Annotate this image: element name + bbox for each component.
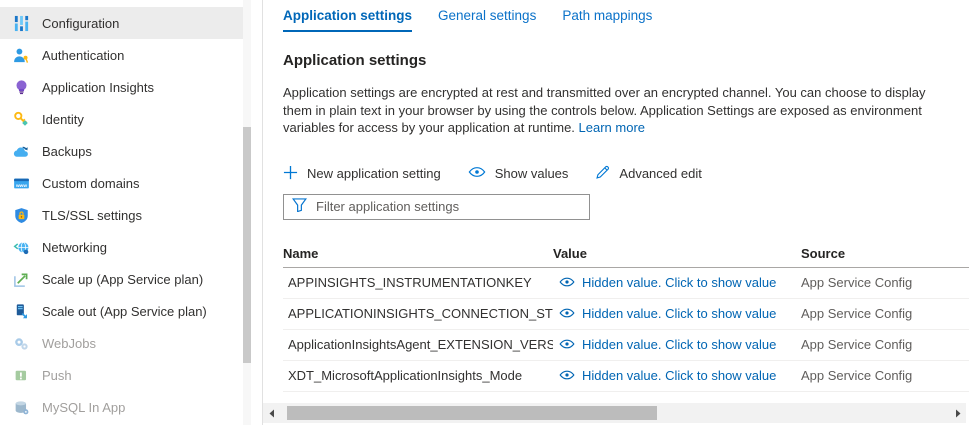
setting-source-cell: App Service Config [801, 368, 969, 383]
setting-source-cell: App Service Config [801, 275, 969, 290]
setting-name-cell: XDT_MicrosoftApplicationInsights_Mode [283, 368, 553, 383]
sidebar-nav: Configuration Authentication Application… [0, 0, 262, 425]
scale-up-icon [12, 270, 30, 288]
authentication-icon [12, 46, 30, 64]
setting-name-cell: ApplicationInsightsAgent_EXTENSION_VERSI… [283, 337, 553, 352]
main-content: Application settings General settings Pa… [263, 0, 969, 425]
show-values-button[interactable]: Show values [468, 166, 569, 181]
table-header-row: Name Value Source [283, 241, 969, 268]
toolbar: New application setting Show values Adva… [283, 165, 969, 183]
sidebar-item-label: Configuration [42, 16, 119, 31]
filter-box [283, 194, 590, 220]
hidden-value-link[interactable]: Hidden value. Click to show value [582, 337, 776, 352]
plus-icon [283, 165, 298, 183]
scroll-left-arrow[interactable] [263, 403, 279, 423]
sidebar-item-custom-domains[interactable]: www Custom domains [0, 167, 243, 199]
horizontal-scrollbar [263, 403, 966, 423]
identity-icon [12, 110, 30, 128]
sidebar-item-application-insights[interactable]: Application Insights [0, 71, 243, 103]
tab-path-mappings[interactable]: Path mappings [562, 8, 652, 32]
eye-icon [559, 337, 575, 352]
table-body: APPINSIGHTS_INSTRUMENTATIONKEY Hidden va… [283, 268, 969, 392]
description-text: Application settings are encrypted at re… [283, 84, 951, 137]
sidebar-item-configuration[interactable]: Configuration [0, 7, 243, 39]
setting-name-cell: APPLICATIONINSIGHTS_CONNECTION_STRING [283, 306, 553, 321]
sidebar-item-webjobs: WebJobs [0, 327, 243, 359]
horizontal-scrollbar-track[interactable] [279, 403, 950, 423]
setting-name-cell: APPINSIGHTS_INSTRUMENTATIONKEY [283, 275, 553, 290]
sidebar-item-mysql-in-app: MySQL In App [0, 391, 243, 423]
sidebar-item-label: Scale up (App Service plan) [42, 272, 203, 287]
hidden-value-link[interactable]: Hidden value. Click to show value [582, 275, 776, 290]
sidebar-item-label: WebJobs [42, 336, 96, 351]
filter-funnel-icon [292, 198, 307, 215]
column-header-value: Value [553, 246, 801, 261]
push-icon [12, 366, 30, 384]
eye-icon [559, 306, 575, 321]
sidebar-item-label: Scale out (App Service plan) [42, 304, 207, 319]
sidebar-scrollbar-track[interactable] [243, 0, 251, 425]
scroll-right-arrow[interactable] [950, 403, 966, 423]
setting-source-cell: App Service Config [801, 337, 969, 352]
table-row: APPLICATIONINSIGHTS_CONNECTION_STRING Hi… [283, 299, 969, 330]
filter-application-settings-input[interactable] [316, 199, 581, 214]
networking-icon [12, 238, 30, 256]
sidebar-item-scale-out-app-service-plan[interactable]: Scale out (App Service plan) [0, 295, 243, 327]
sidebar-item-label: TLS/SSL settings [42, 208, 142, 223]
sidebar-item-push: Push [0, 359, 243, 391]
tls-ssl-icon [12, 206, 30, 224]
hidden-value-link[interactable]: Hidden value. Click to show value [582, 368, 776, 383]
sidebar-item-label: Authentication [42, 48, 124, 63]
new-application-setting-label: New application setting [307, 166, 441, 181]
tab-bar: Application settings General settings Pa… [283, 8, 969, 32]
new-application-setting-button[interactable]: New application setting [283, 165, 441, 183]
table-row: ApplicationInsightsAgent_EXTENSION_VERSI… [283, 330, 969, 361]
webjobs-icon [12, 334, 30, 352]
sidebar-item-label: Networking [42, 240, 107, 255]
backups-icon [12, 142, 30, 160]
page-title: Application settings [283, 52, 969, 69]
sidebar-item-label: Push [42, 368, 72, 383]
table-row: APPINSIGHTS_INSTRUMENTATIONKEY Hidden va… [283, 268, 969, 299]
sidebar-item-tls-ssl-settings[interactable]: TLS/SSL settings [0, 199, 243, 231]
custom-domains-icon: www [12, 174, 30, 192]
tab-general-settings[interactable]: General settings [438, 8, 536, 32]
advanced-edit-label: Advanced edit [619, 166, 701, 181]
configuration-icon [12, 14, 30, 32]
sidebar-item-label: Backups [42, 144, 92, 159]
eye-icon [468, 166, 486, 181]
horizontal-scrollbar-thumb[interactable] [287, 406, 657, 420]
learn-more-link[interactable]: Learn more [579, 120, 645, 135]
sidebar-item-label: Application Insights [42, 80, 154, 95]
mysql-icon [12, 398, 30, 416]
app-root: Configuration Authentication Application… [0, 0, 969, 425]
column-header-name: Name [283, 246, 553, 261]
tab-application-settings[interactable]: Application settings [283, 8, 412, 32]
sidebar-item-scale-up-app-service-plan[interactable]: Scale up (App Service plan) [0, 263, 243, 295]
hidden-value-link[interactable]: Hidden value. Click to show value [582, 306, 776, 321]
eye-icon [559, 368, 575, 383]
application-insights-icon [12, 78, 30, 96]
pencil-icon [595, 165, 610, 183]
table-row: XDT_MicrosoftApplicationInsights_Mode Hi… [283, 361, 969, 392]
sidebar-item-authentication[interactable]: Authentication [0, 39, 243, 71]
sidebar-item-identity[interactable]: Identity [0, 103, 243, 135]
sidebar-item-label: Custom domains [42, 176, 140, 191]
eye-icon [559, 275, 575, 290]
column-header-source: Source [801, 246, 969, 261]
svg-text:www: www [14, 183, 26, 188]
advanced-edit-button[interactable]: Advanced edit [595, 165, 701, 183]
setting-source-cell: App Service Config [801, 306, 969, 321]
sidebar-item-label: MySQL In App [42, 400, 125, 415]
scale-out-icon [12, 302, 30, 320]
settings-table: Name Value Source APPINSIGHTS_INSTRUMENT… [283, 241, 969, 392]
sidebar-scrollbar-thumb[interactable] [243, 127, 251, 363]
sidebar-item-label: Identity [42, 112, 84, 127]
sidebar-item-backups[interactable]: Backups [0, 135, 243, 167]
show-values-label: Show values [495, 166, 569, 181]
sidebar-item-networking[interactable]: Networking [0, 231, 243, 263]
